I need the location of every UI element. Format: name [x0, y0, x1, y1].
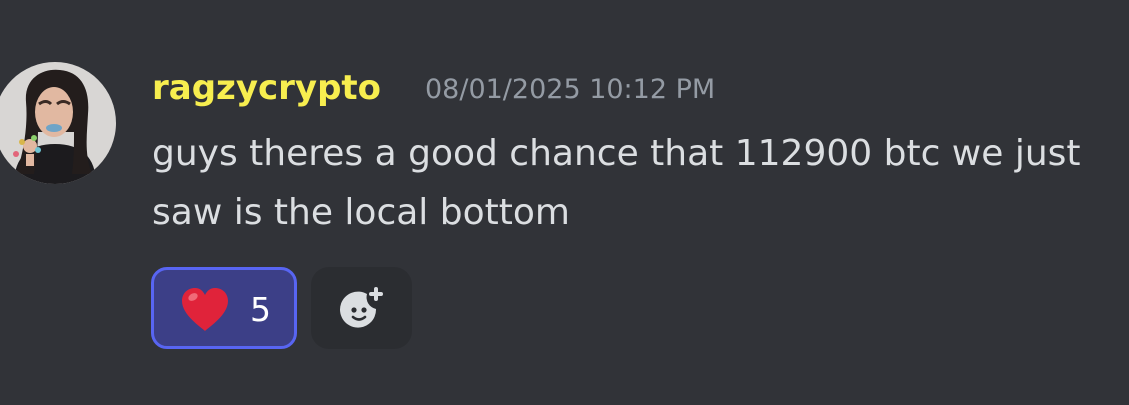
reaction-heart[interactable]: 5: [151, 267, 297, 349]
add-reaction-button[interactable]: [311, 267, 412, 349]
reaction-count: 5: [250, 290, 271, 329]
message-content: guys theres a good chance that 112900 bt…: [152, 133, 1081, 233]
author-username[interactable]: ragzycrypto: [152, 66, 381, 110]
heart-icon: [182, 288, 228, 331]
add-reaction-icon: [340, 287, 383, 328]
message-timestamp[interactable]: 08/01/2025 10:12 PM: [425, 72, 715, 108]
chat-message: ragzycrypto 08/01/2025 10:12 PM guys the…: [0, 0, 1129, 405]
avatar[interactable]: [0, 62, 116, 184]
avatar-image: [0, 62, 116, 184]
